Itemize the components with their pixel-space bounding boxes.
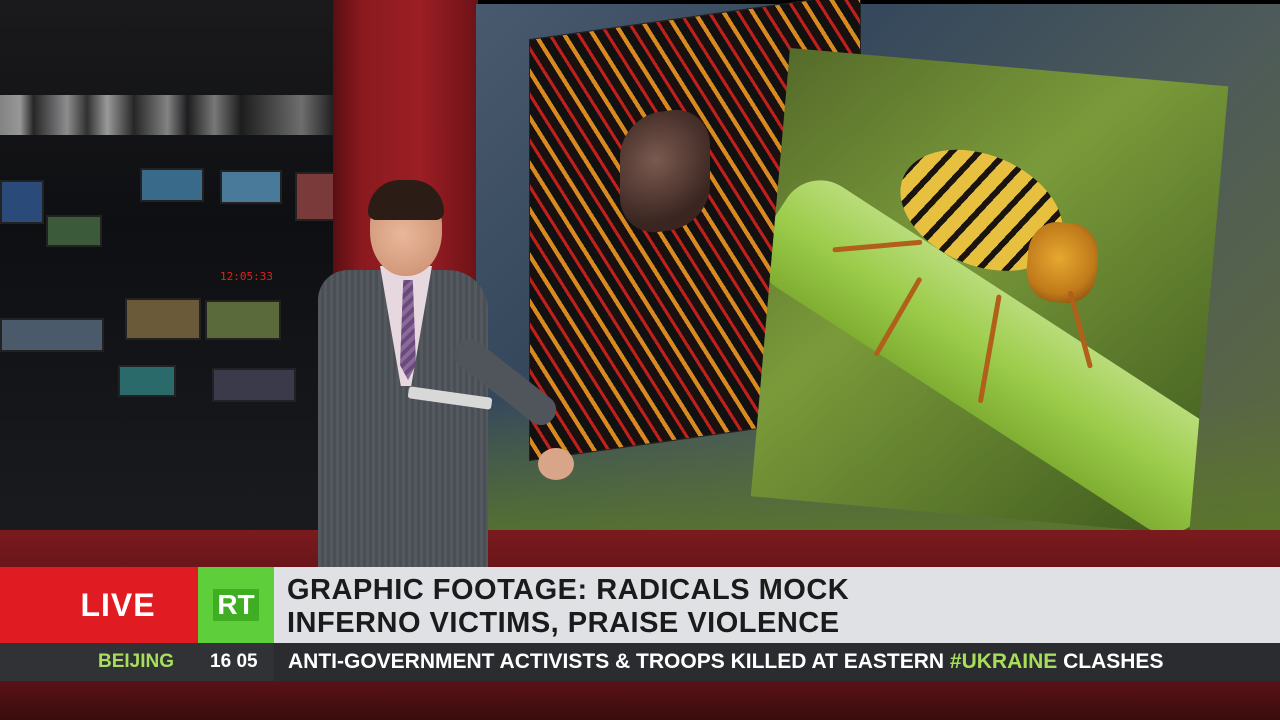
studio-monitor <box>212 368 296 402</box>
ticker-text: ANTI-GOVERNMENT ACTIVISTS & TROOPS KILLE… <box>288 643 1163 681</box>
presenter-hand <box>538 448 574 480</box>
newsroom-background <box>0 0 335 560</box>
ticker-hashtag: #UKRAINE <box>949 650 1058 673</box>
ceiling-lights <box>0 95 335 135</box>
presenter-hair <box>368 180 444 220</box>
bottom-floor-strip <box>0 681 1280 720</box>
studio-monitor <box>205 300 281 340</box>
headline-line-1: GRAPHIC FOOTAGE: RADICALS MOCK <box>287 574 850 606</box>
beetle-head <box>1023 219 1101 306</box>
headline-line-2: INFERNO VICTIMS, PRAISE VIOLENCE <box>287 607 840 639</box>
studio-monitor <box>0 180 44 224</box>
rt-logo-text: RT <box>213 589 259 621</box>
rt-logo: RT <box>198 567 274 643</box>
broadcast-frame: 12:05:33 LIVE RT GRAPHIC FOOTAGE: RADICA… <box>0 0 1280 720</box>
location-time-box: BEIJING 16 05 <box>0 643 274 681</box>
studio-monitor <box>140 168 204 202</box>
location-time: 16 05 <box>210 651 258 672</box>
studio-monitor <box>125 298 201 340</box>
ticker-text-end: CLASHES <box>1057 650 1164 673</box>
studio-monitor <box>0 318 104 352</box>
studio-monitor <box>46 215 102 247</box>
live-badge: LIVE <box>0 567 198 643</box>
studio-monitor <box>220 170 282 204</box>
live-label: LIVE <box>80 586 156 623</box>
headline-text: GRAPHIC FOOTAGE: RADICALS MOCK INFERNO V… <box>287 574 1267 640</box>
location-city: BEIJING <box>98 651 175 672</box>
ticker-text-start: ANTI-GOVERNMENT ACTIVISTS & TROOPS KILLE… <box>288 650 950 673</box>
studio-clock: 12:05:33 <box>220 270 273 284</box>
studio-monitor <box>118 365 176 397</box>
colorado-beetle-photo <box>750 48 1229 535</box>
